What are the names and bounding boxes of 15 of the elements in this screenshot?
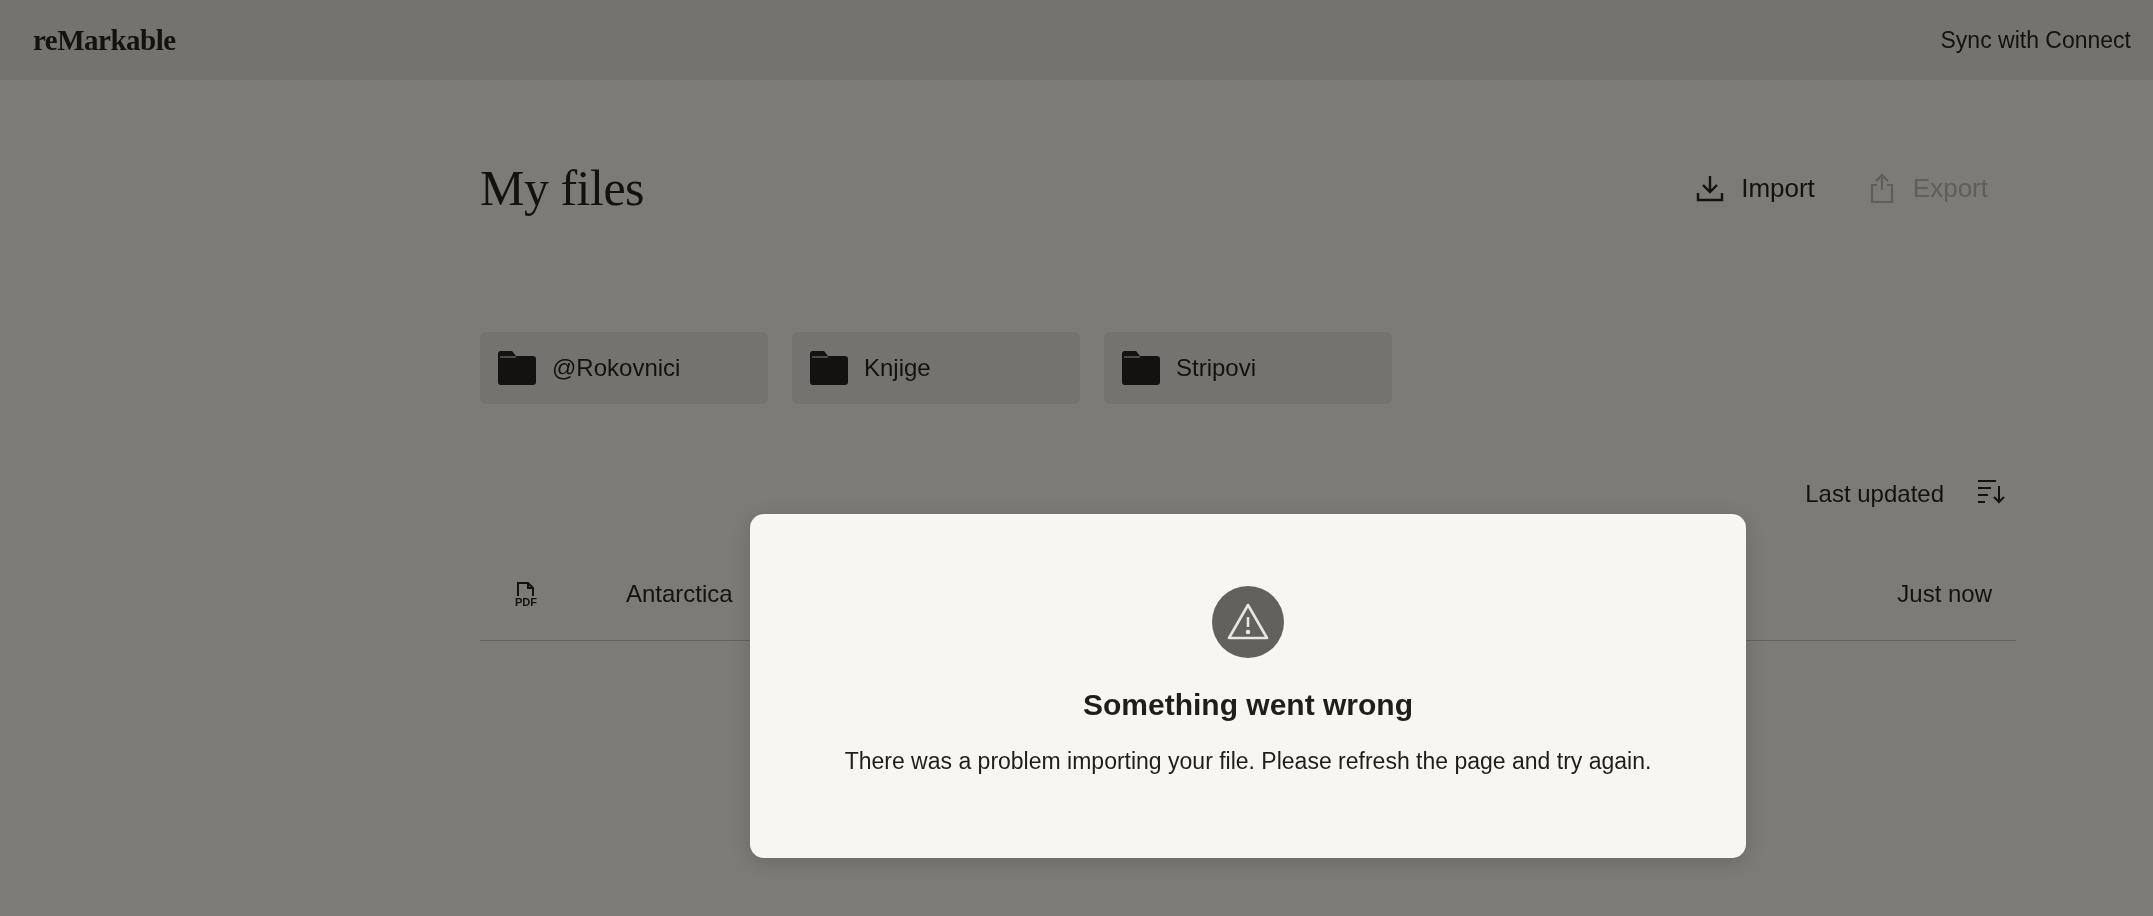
dialog-message: There was a problem importing your file. Please refresh the page and try again. <box>844 748 1652 775</box>
download-icon <box>1695 173 1726 203</box>
folder-item[interactable]: Knjige <box>792 332 1080 404</box>
page-title: My files <box>480 159 645 217</box>
sort-label: Last updated <box>1805 480 1944 508</box>
logo: reMarkable <box>33 23 176 57</box>
folder-icon <box>496 350 538 386</box>
modified-time: Just now <box>1897 580 1992 608</box>
sync-link[interactable]: Sync with Connect <box>1940 26 2131 54</box>
folder-item[interactable]: Stripovi <box>1104 332 1392 404</box>
folder-icon <box>1120 350 1162 386</box>
folder-item[interactable]: @Rokovnici <box>480 332 768 404</box>
folder-icon <box>808 350 850 386</box>
dialog-title: Something went wrong <box>1083 688 1413 722</box>
import-button[interactable]: Import <box>1695 172 1815 204</box>
